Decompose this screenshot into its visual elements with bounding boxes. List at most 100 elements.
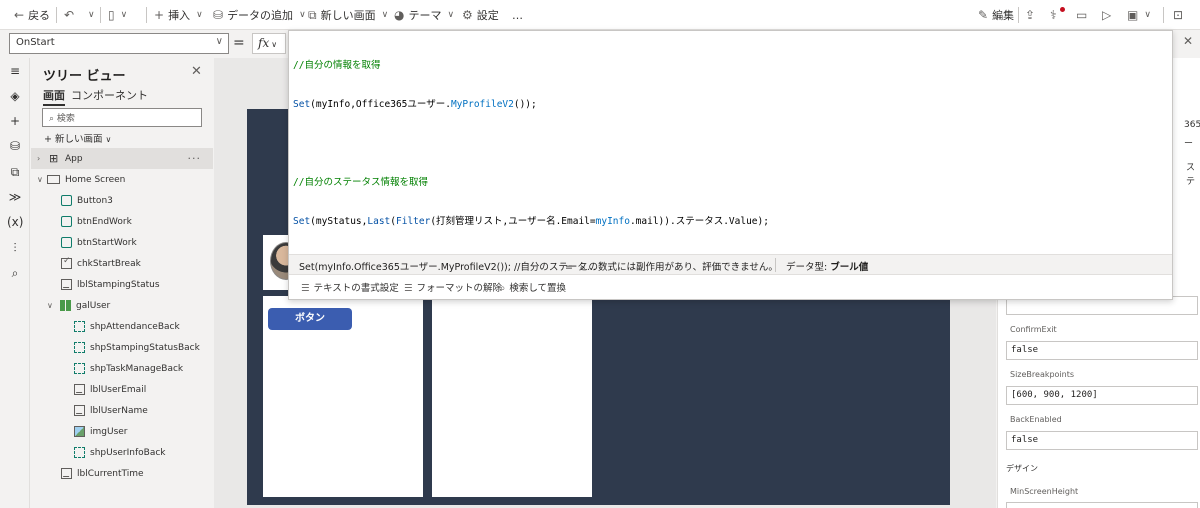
tree-node[interactable]: btnEndWork xyxy=(31,211,213,232)
close-icon[interactable]: ✕ xyxy=(191,64,202,79)
undo-menu-button[interactable]: ∨ xyxy=(86,0,95,30)
property-value: OnStart xyxy=(16,37,55,48)
tree-node[interactable]: lblUserEmail xyxy=(31,379,213,400)
find-replace-button[interactable]: ⌕ 検索して置換 xyxy=(500,280,566,294)
min-screen-height-input[interactable] xyxy=(1006,502,1198,508)
new-screen-button[interactable]: ⧉ 新しい画面 ∨ xyxy=(308,0,388,30)
unformat-lines-icon: ☰ xyxy=(404,283,413,294)
edit-button[interactable]: ✎ 編集 xyxy=(978,0,1014,30)
tree-node[interactable]: chkStartBreak xyxy=(31,253,213,274)
tree-node[interactable]: shpStampingStatusBack xyxy=(31,337,213,358)
left-rail: ≡ ◈ + ⛁ ⧉ ≫ (x) ⫶ ⌕ xyxy=(0,58,30,508)
formula-editor[interactable]: //自分の情報を取得 Set(myInfo,Office365ユーザー.MyPr… xyxy=(288,30,1173,300)
gear-icon: ⚙ xyxy=(462,8,473,22)
tree-node-app[interactable]: › ⊞ App ··· xyxy=(31,148,213,169)
format-text-button[interactable]: ☰ テキストの書式設定 xyxy=(301,280,399,294)
new-screen-icon: ⧉ xyxy=(308,7,317,22)
tree-node-gallery[interactable]: ∨ galUser xyxy=(31,295,213,316)
tree-node[interactable]: lblCurrentTime xyxy=(31,463,213,484)
comments-button[interactable]: ▭ xyxy=(1076,0,1087,30)
label-icon xyxy=(74,405,85,416)
back-button[interactable]: ← 戻る xyxy=(14,0,50,30)
theme-button[interactable]: ◕ テーマ ∨ xyxy=(394,0,454,30)
tree-node[interactable]: lblUserName xyxy=(31,400,213,421)
tree-node[interactable]: lblStampingStatus xyxy=(31,274,213,295)
toolbar-divider xyxy=(1163,7,1164,23)
tree-node-label: lblCurrentTime xyxy=(77,468,144,479)
new-screen-link[interactable]: + 新しい画面 ∨ xyxy=(44,131,111,145)
settings-button[interactable]: ⚙ 設定 xyxy=(462,0,499,30)
tree-node-home-screen[interactable]: ∨ Home Screen xyxy=(31,169,213,190)
tab-screens[interactable]: 画面 xyxy=(43,87,65,106)
tree-node[interactable]: Button3 xyxy=(31,190,213,211)
insert-button[interactable]: + 挿入 ∨ xyxy=(154,0,203,30)
search-icon[interactable]: ⌕ xyxy=(7,265,23,281)
insert-icon[interactable]: + xyxy=(7,113,23,129)
back-enabled-input[interactable]: false xyxy=(1006,431,1198,450)
confirm-exit-input[interactable]: false xyxy=(1006,341,1198,360)
more-options-icon[interactable]: ··· xyxy=(188,152,202,165)
back-enabled-label: BackEnabled xyxy=(1010,415,1062,424)
preview-button-control[interactable]: ボタン xyxy=(268,308,352,330)
undo-icon: ↶ xyxy=(64,8,75,22)
tree-node-label: imgUser xyxy=(90,426,128,437)
comment-icon: ▭ xyxy=(1076,8,1088,22)
clipped-text: ス xyxy=(1186,163,1196,173)
tree-node[interactable]: shpUserInfoBack xyxy=(31,442,213,463)
tree-node[interactable]: shpAttendanceBack xyxy=(31,316,213,337)
insert-label: 挿入 xyxy=(168,9,191,22)
edit-label: 編集 xyxy=(992,9,1015,22)
share-button[interactable]: ⇪ xyxy=(1025,0,1035,30)
variables-icon[interactable]: (x) xyxy=(7,214,23,230)
error-dot xyxy=(1060,7,1065,12)
code-comment: //自分の情報を取得 xyxy=(293,60,381,71)
result-message: = この数式には副作用があり、評価できません。 xyxy=(565,259,778,273)
tree-search-input[interactable]: ⌕ 検索 xyxy=(42,108,202,127)
clipped-text: テ xyxy=(1186,177,1196,187)
chevron-down-icon: ∨ xyxy=(105,135,112,144)
collapse-formula-icon[interactable]: ✕ xyxy=(1183,34,1193,48)
plus-icon: + xyxy=(44,134,55,145)
advanced-tools-icon[interactable]: ⫶ xyxy=(7,240,23,256)
code-text: ()); xyxy=(513,99,537,110)
publish-button[interactable]: ⊡ xyxy=(1173,0,1183,30)
equals-sign: = xyxy=(233,35,245,51)
code-text: (myStatus, xyxy=(310,216,368,227)
checkbox-icon xyxy=(61,256,72,269)
formula-code[interactable]: //自分の情報を取得 Set(myInfo,Office365ユーザー.MyPr… xyxy=(293,33,769,254)
tree-node-label: lblUserEmail xyxy=(90,384,147,395)
chevron-down-icon: ∨ xyxy=(447,10,455,20)
tree-node-label: btnEndWork xyxy=(77,216,132,227)
task-card[interactable] xyxy=(432,296,592,497)
toolbar-divider xyxy=(146,7,147,23)
undo-button[interactable]: ↶ xyxy=(64,0,74,30)
tree-node[interactable]: shpTaskManageBack xyxy=(31,358,213,379)
tree-view-icon[interactable]: ◈ xyxy=(7,88,23,104)
save-button[interactable]: ▣ ∨ xyxy=(1127,0,1151,30)
code-function: Set xyxy=(293,216,311,227)
power-automate-icon[interactable]: ≫ xyxy=(7,189,23,205)
tab-components[interactable]: コンポーネント xyxy=(71,87,148,103)
more-button[interactable]: … xyxy=(512,0,523,30)
property-dropdown[interactable]: OnStart ∨ xyxy=(9,33,229,54)
code-function: Last xyxy=(367,216,391,227)
min-screen-height-label: MinScreenHeight xyxy=(1010,487,1079,496)
settings-label: 設定 xyxy=(476,9,499,22)
remove-formatting-button[interactable]: ☰ フォーマットの解除 xyxy=(404,280,502,294)
paste-button[interactable]: ▯ ∨ xyxy=(108,0,127,30)
app-checker-button[interactable]: ⚕ xyxy=(1050,0,1065,30)
chevron-down-icon: ∨ xyxy=(120,10,128,20)
tree-node[interactable]: imgUser xyxy=(31,421,213,442)
more-label: … xyxy=(512,8,523,22)
format-lines-icon: ☰ xyxy=(301,283,310,294)
preview-button[interactable]: ▷ xyxy=(1102,0,1111,30)
add-data-button[interactable]: ⛁ データの追加 ∨ xyxy=(213,0,306,30)
size-breakpoints-input[interactable]: [600, 900, 1200] xyxy=(1006,386,1198,405)
tree-node[interactable]: btnStartWork xyxy=(31,232,213,253)
tree-node-label: shpStampingStatusBack xyxy=(90,342,200,353)
attendance-card[interactable]: ボタン xyxy=(263,296,423,497)
hamburger-icon[interactable]: ≡ xyxy=(7,63,23,79)
fx-button[interactable]: fx ∨ xyxy=(252,33,286,54)
media-icon[interactable]: ⧉ xyxy=(7,164,23,180)
data-icon[interactable]: ⛁ xyxy=(7,138,23,154)
